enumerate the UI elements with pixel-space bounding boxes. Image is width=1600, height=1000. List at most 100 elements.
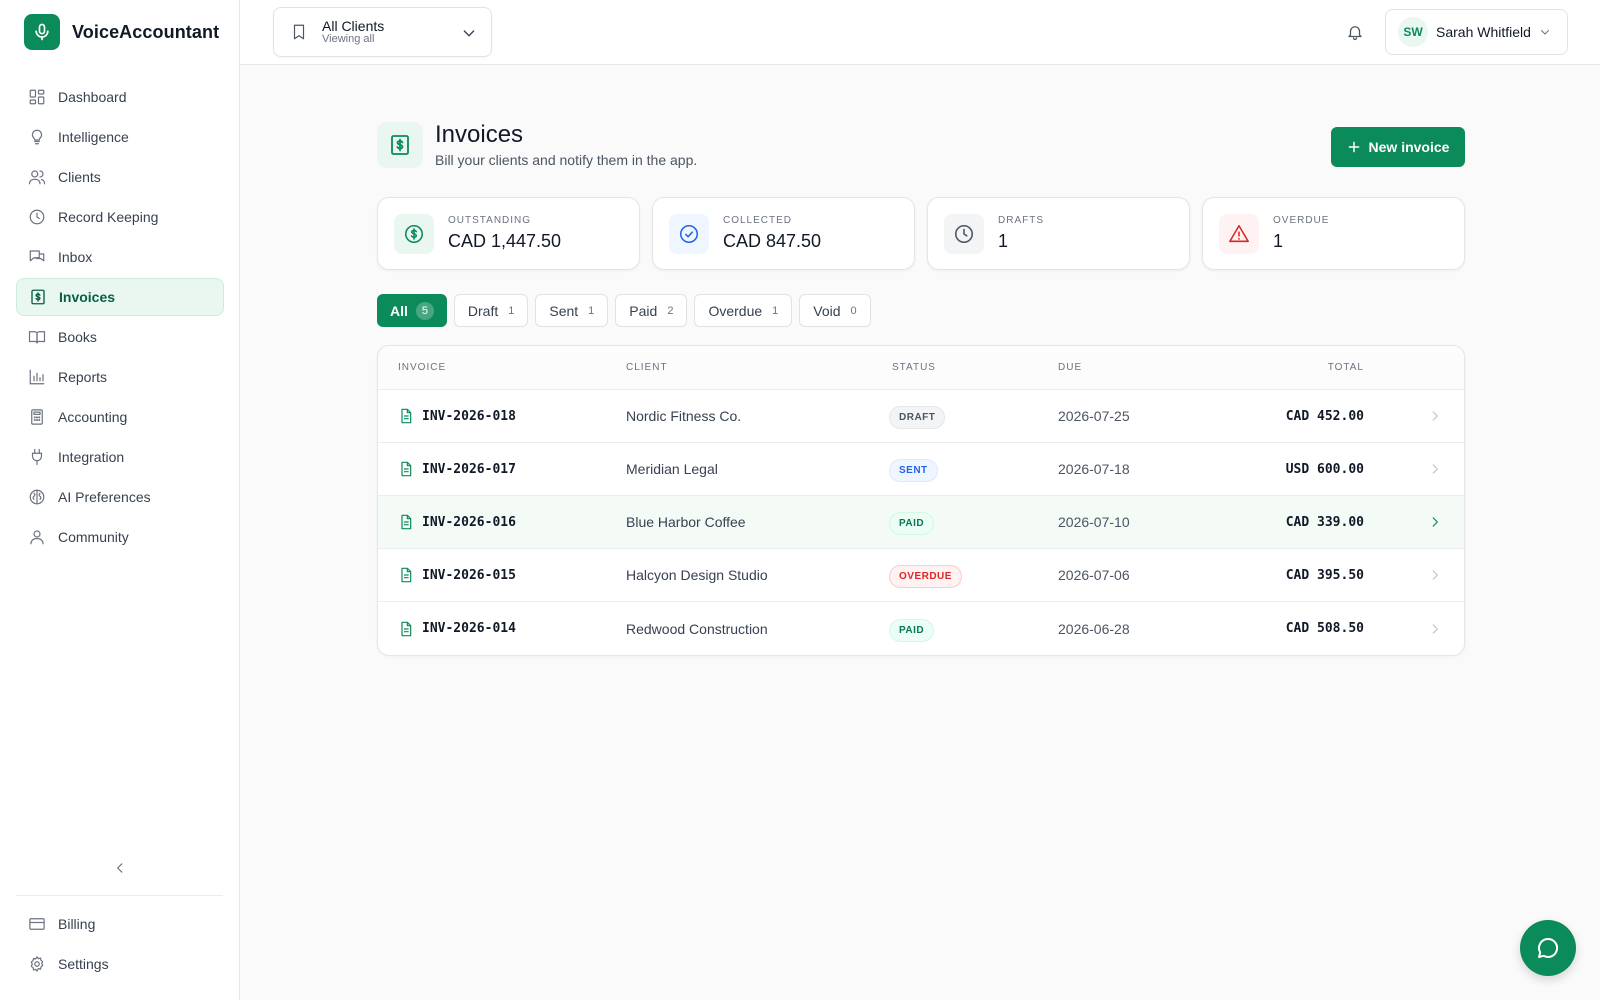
document-icon	[401, 461, 412, 477]
stats-row: OUTSTANDING CAD 1,447.50 COLLECTED CAD 8…	[377, 197, 1465, 270]
sidebar-item-ai-preferences[interactable]: AI Preferences	[16, 478, 224, 516]
client-name: Redwood Construction	[626, 620, 768, 637]
sidebar-item-label: Record Keeping	[58, 209, 159, 225]
table-row[interactable]: INV-2026-018 Nordic Fitness Co. DRAFT 20…	[378, 390, 1464, 443]
filter-count: 2	[667, 304, 674, 317]
clock-icon	[944, 213, 984, 254]
chevron-right-icon	[1432, 570, 1439, 580]
invoice-total: CAD 395.50	[1285, 567, 1364, 583]
sidebar-item-clients[interactable]: Clients	[16, 158, 224, 196]
sidebar-bottom-nav: Billing Settings	[16, 905, 224, 985]
sidebar-item-books[interactable]: Books	[16, 318, 224, 356]
user-menu[interactable]: SW Sarah Whitfield	[1385, 9, 1568, 55]
sidebar-item-label: Invoices	[59, 289, 116, 305]
calculator-icon	[31, 409, 43, 425]
collapse-sidebar-button[interactable]	[108, 856, 132, 880]
brand[interactable]: VoiceAccountant	[24, 14, 219, 50]
invoice-total: CAD 508.50	[1285, 621, 1364, 636]
sidebar-item-invoices[interactable]: Invoices	[16, 278, 224, 316]
document-icon	[401, 567, 412, 583]
new-invoice-label: New invoice	[1368, 139, 1450, 155]
dashboard-grid-icon	[29, 89, 45, 105]
column-header-invoice: INVOICE	[398, 362, 447, 373]
column-header-status: STATUS	[892, 362, 936, 373]
filter-tab-paid[interactable]: Paid 2	[615, 294, 688, 327]
sidebar-item-dashboard[interactable]: Dashboard	[16, 78, 224, 116]
filter-tab-void[interactable]: Void 0	[799, 294, 871, 327]
app-name: VoiceAccountant	[72, 21, 220, 42]
filter-label: Paid	[629, 302, 658, 319]
column-header-total: TOTAL	[1327, 362, 1364, 373]
sidebar: VoiceAccountant Dashboard Intelligence C…	[0, 0, 240, 1000]
page-header: Invoices Bill your clients and notify th…	[377, 120, 697, 168]
stat-label: OUTSTANDING	[448, 215, 532, 226]
lightbulb-icon	[31, 129, 43, 145]
status-badge: PAID	[889, 512, 935, 535]
chat-button[interactable]	[1520, 920, 1576, 976]
stat-value: CAD 847.50	[723, 231, 822, 251]
column-header-due: DUE	[1058, 362, 1083, 373]
status-badge: SENT	[889, 459, 938, 482]
user-name: Sarah Whitfield	[1436, 24, 1531, 40]
sidebar-item-label: Settings	[58, 956, 109, 972]
client-selector-title: All Clients	[322, 17, 385, 34]
new-invoice-button[interactable]: New invoice	[1331, 127, 1465, 167]
sidebar-divider	[16, 895, 223, 896]
sidebar-item-label: Inbox	[58, 249, 93, 265]
page-title: Invoices	[435, 121, 524, 148]
chevron-right-icon	[1432, 411, 1439, 421]
due-date: 2026-07-25	[1058, 408, 1130, 424]
credit-card-icon	[29, 918, 45, 930]
filter-label: Draft	[467, 302, 499, 319]
client-name: Halcyon Design Studio	[626, 567, 768, 583]
bookmark-icon	[293, 24, 305, 40]
table-row[interactable]: INV-2026-017 Meridian Legal SENT 2026-07…	[378, 443, 1464, 496]
sidebar-item-accounting[interactable]: Accounting	[16, 398, 224, 436]
sidebar-item-settings[interactable]: Settings	[16, 945, 224, 983]
chevron-right-icon	[1432, 517, 1439, 527]
sidebar-item-intelligence[interactable]: Intelligence	[16, 118, 224, 156]
status-badge: PAID	[889, 618, 935, 642]
filter-tab-sent[interactable]: Sent 1	[535, 294, 609, 327]
main-content: Invoices Bill your clients and notify th…	[240, 65, 1600, 1000]
filter-tab-all[interactable]: All 5	[377, 294, 447, 327]
sidebar-item-integration[interactable]: Integration	[16, 438, 224, 476]
stat-value: 1	[998, 231, 1009, 251]
clock-icon	[29, 209, 45, 225]
sidebar-item-record-keeping[interactable]: Record Keeping	[16, 198, 224, 236]
sidebar-item-label: Integration	[58, 449, 125, 465]
stat-value: CAD 1,447.50	[448, 231, 562, 251]
sidebar-item-label: AI Preferences	[58, 489, 151, 505]
sidebar-item-label: Reports	[58, 369, 108, 385]
stat-card-outstanding: OUTSTANDING CAD 1,447.50	[377, 197, 640, 270]
sidebar-item-label: Intelligence	[58, 129, 129, 145]
filter-label: Void	[813, 302, 841, 319]
filter-label: Overdue	[708, 302, 763, 319]
client-selector[interactable]: All Clients Viewing all	[273, 7, 492, 57]
sidebar-item-billing[interactable]: Billing	[16, 905, 224, 943]
invoice-total: CAD 452.00	[1285, 408, 1364, 424]
filter-tab-overdue[interactable]: Overdue 1	[694, 294, 793, 327]
sidebar-item-community[interactable]: Community	[16, 518, 224, 556]
table-row[interactable]: INV-2026-015 Halcyon Design Studio OVERD…	[378, 549, 1464, 602]
brain-icon	[29, 489, 45, 505]
filter-tab-draft[interactable]: Draft 1	[453, 294, 529, 327]
notifications-button[interactable]	[1343, 20, 1367, 44]
bar-chart-icon	[29, 369, 45, 385]
client-name: Blue Harbor Coffee	[626, 514, 746, 530]
table-row[interactable]: INV-2026-016 Blue Harbor Coffee PAID 202…	[378, 496, 1464, 549]
microphone-icon	[24, 14, 60, 50]
sidebar-item-reports[interactable]: Reports	[16, 358, 224, 396]
stat-label: OVERDUE	[1273, 215, 1330, 226]
sidebar-item-label: Dashboard	[58, 89, 127, 105]
sidebar-item-label: Clients	[58, 169, 101, 185]
invoice-number: INV-2026-016	[422, 514, 516, 530]
users-icon	[28, 170, 46, 185]
chevron-down-icon	[1540, 30, 1549, 35]
status-filter-tabs: All 5 Draft 1 Sent 1 Paid 2 Overdue 1 Vo…	[377, 294, 871, 327]
column-header-client: CLIENT	[626, 362, 668, 373]
invoice-dollar-icon	[377, 122, 423, 168]
sidebar-item-inbox[interactable]: Inbox	[16, 238, 224, 276]
table-row[interactable]: INV-2026-014 Redwood Construction PAID 2…	[378, 602, 1464, 655]
stat-card-drafts: DRAFTS 1	[927, 197, 1190, 270]
